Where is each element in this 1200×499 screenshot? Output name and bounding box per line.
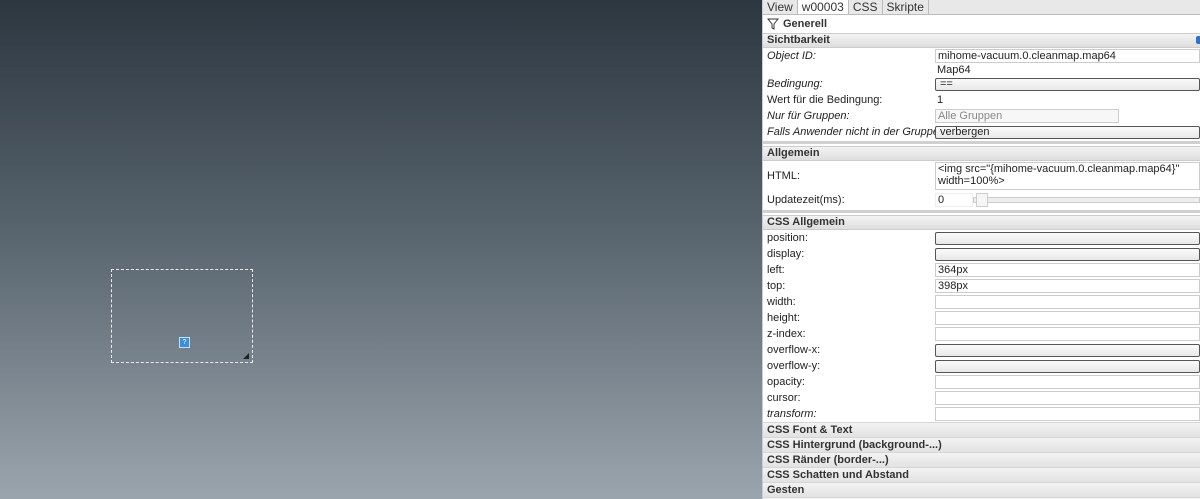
collapsed-sections: CSS Font & Text CSS Hintergrund (backgrou… <box>763 422 1200 499</box>
css-row: top: 398px <box>763 278 1200 294</box>
object-id-row: Object ID: mihome-vacuum.0.cleanmap.map6… <box>763 48 1200 64</box>
css-row: cursor: <box>763 390 1200 406</box>
divider <box>763 141 1200 144</box>
bedingung-label: Bedingung: <box>767 78 823 90</box>
css-row: opacity: <box>763 374 1200 390</box>
broken-image-icon: ? <box>179 337 190 348</box>
gruppen-label: Nur für Gruppen: <box>767 110 850 122</box>
wert-value[interactable]: 1 <box>937 93 943 107</box>
tab-css[interactable]: CSS <box>849 0 883 14</box>
css-property-label: z-index: <box>767 328 806 340</box>
css-row: overflow-x: <box>763 342 1200 358</box>
css-property-input[interactable] <box>935 295 1200 309</box>
css-property-input[interactable] <box>935 327 1200 341</box>
css-property-select[interactable] <box>935 232 1200 245</box>
wert-row: Wert für die Bedingung: 1 <box>763 92 1200 108</box>
css-row: z-index: <box>763 326 1200 342</box>
bedingung-row: Bedingung: == <box>763 76 1200 92</box>
section-title: Allgemein <box>767 147 820 159</box>
gruppen-select[interactable]: Alle Gruppen <box>935 109 1119 123</box>
object-name: Map64 <box>937 64 971 76</box>
css-row: overflow-y: <box>763 358 1200 374</box>
css-property-input[interactable] <box>935 407 1200 421</box>
css-property-label: height: <box>767 312 801 324</box>
css-property-label: overflow-x: <box>767 344 821 356</box>
section-sichtbarkeit[interactable]: Sichtbarkeit <box>763 33 1200 48</box>
css-property-label: left: <box>767 264 785 276</box>
css-row: transform: <box>763 406 1200 422</box>
section-title: CSS Allgemein <box>767 216 845 228</box>
object-name-row: Map64 <box>763 64 1200 76</box>
css-property-input[interactable]: 364px <box>935 263 1200 277</box>
section-allgemein[interactable]: Allgemein <box>763 146 1200 161</box>
css-property-label: top: <box>767 280 786 292</box>
collapsed-section[interactable]: CSS Ränder (border-...) <box>763 452 1200 467</box>
collapsed-section[interactable]: CSS Schatten und Abstand <box>763 467 1200 482</box>
anwender-label: Falls Anwender nicht in der Gruppe: <box>767 126 935 138</box>
html-label: HTML: <box>767 170 800 182</box>
tab-skripte[interactable]: Skripte <box>883 0 929 14</box>
updatezeit-label: Updatezeit(ms): <box>767 194 845 206</box>
css-row: height: <box>763 310 1200 326</box>
bedingung-select[interactable]: == <box>935 78 1200 91</box>
css-property-label: overflow-y: <box>767 360 821 372</box>
slider-handle[interactable] <box>976 193 988 207</box>
properties-panel: View w00003 CSS Skripte Generell Sichtba… <box>762 0 1200 499</box>
updatezeit-slider[interactable] <box>973 193 1200 207</box>
panel-tabs: View w00003 CSS Skripte <box>763 0 1200 15</box>
editor-canvas[interactable]: ? <box>0 0 762 499</box>
css-property-label: position: <box>767 232 808 244</box>
html-textarea[interactable]: <img src="{mihome-vacuum.0.cleanmap.map6… <box>935 162 1200 190</box>
css-property-select[interactable] <box>935 344 1200 357</box>
wert-label: Wert für die Bedingung: <box>767 94 883 106</box>
updatezeit-input[interactable]: 0 <box>935 193 973 207</box>
css-property-label: cursor: <box>767 392 801 404</box>
anwender-row: Falls Anwender nicht in der Gruppe: verb… <box>763 124 1200 140</box>
css-property-label: width: <box>767 296 796 308</box>
gruppen-row: Nur für Gruppen: Alle Gruppen <box>763 108 1200 124</box>
html-row: HTML: <img src="{mihome-vacuum.0.cleanma… <box>763 161 1200 191</box>
css-row: left: 364px <box>763 262 1200 278</box>
filter-icon <box>767 18 779 30</box>
collapsed-section[interactable]: CSS Font & Text <box>763 422 1200 437</box>
generell-filter-row[interactable]: Generell <box>763 15 1200 33</box>
object-id-input[interactable]: mihome-vacuum.0.cleanmap.map64 <box>935 49 1200 63</box>
resize-handle-icon[interactable] <box>243 353 249 359</box>
css-row: width: <box>763 294 1200 310</box>
checkbox-icon[interactable] <box>1196 36 1200 44</box>
updatezeit-row: Updatezeit(ms): 0 <box>763 191 1200 209</box>
selected-widget[interactable]: ? <box>111 269 253 363</box>
css-property-label: display: <box>767 248 805 260</box>
section-css-allgemein[interactable]: CSS Allgemein <box>763 215 1200 230</box>
object-id-label: Object ID: <box>767 50 816 62</box>
divider <box>763 210 1200 213</box>
tab-view[interactable]: View <box>763 0 798 14</box>
css-property-label: transform: <box>767 408 817 420</box>
tab-widget[interactable]: w00003 <box>797 0 849 14</box>
css-row: position: <box>763 230 1200 246</box>
section-title: Sichtbarkeit <box>767 34 830 46</box>
css-property-input[interactable]: 398px <box>935 279 1200 293</box>
css-property-input[interactable] <box>935 375 1200 389</box>
collapsed-section[interactable]: Gesten <box>763 482 1200 497</box>
css-property-input[interactable] <box>935 391 1200 405</box>
css-property-label: opacity: <box>767 376 805 388</box>
css-rows: position: display: left: 364px top: 398px widt… <box>763 230 1200 422</box>
css-property-input[interactable] <box>935 311 1200 325</box>
anwender-select[interactable]: verbergen <box>935 126 1200 139</box>
css-property-select[interactable] <box>935 360 1200 373</box>
generell-label: Generell <box>783 18 828 30</box>
css-row: display: <box>763 246 1200 262</box>
collapsed-section[interactable]: CSS Hintergrund (background-...) <box>763 437 1200 452</box>
css-property-select[interactable] <box>935 248 1200 261</box>
